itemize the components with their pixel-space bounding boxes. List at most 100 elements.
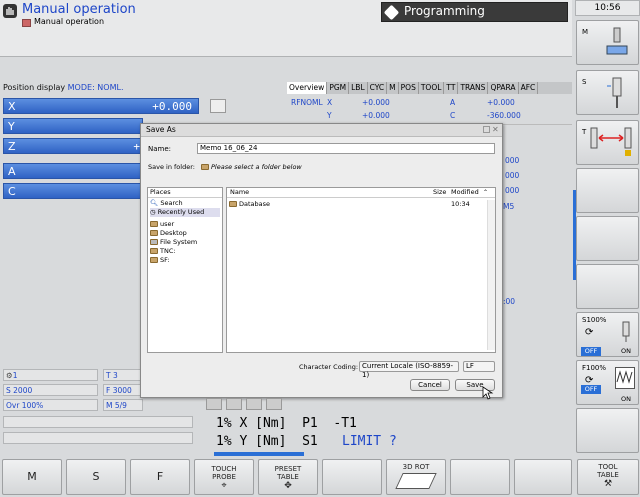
scrollbar[interactable] — [487, 200, 495, 350]
softkey-m[interactable]: M — [2, 459, 62, 495]
softkey-right-empty[interactable] — [576, 408, 639, 453]
column-size[interactable]: Size — [433, 188, 446, 197]
encoding-label: Character Coding: — [299, 363, 359, 371]
mode-subtitle: Manual operation — [34, 17, 105, 26]
search-icon: 🔍︎ — [150, 199, 159, 207]
programming-mode-button[interactable]: Programming — [381, 2, 568, 22]
axis-select-button[interactable] — [210, 99, 226, 113]
sort-up-icon: ⌃ — [483, 189, 489, 196]
panel-button[interactable] — [206, 398, 222, 410]
tab-tool[interactable]: TOOL — [419, 82, 445, 94]
softkey-right-spindle-override[interactable]: S100% ⟳ OFF ON — [576, 312, 639, 357]
place-recently-used[interactable]: ◷ Recently Used — [150, 208, 220, 217]
status-feed: F 3000 — [103, 384, 143, 396]
file-name: Database — [239, 200, 271, 208]
panel-button[interactable] — [266, 398, 282, 410]
tool-icon: ⚒ — [603, 479, 613, 489]
softkey-empty[interactable] — [322, 459, 382, 495]
axis-value: +0.000 — [152, 100, 192, 113]
tab-lbl[interactable]: LBL — [349, 82, 368, 94]
tab-pgm[interactable]: PGM — [327, 82, 350, 94]
softkey-empty[interactable] — [450, 459, 510, 495]
line-ending-select[interactable]: LF — [463, 361, 495, 372]
file-list: Name Size Modified ⌃ Database 10:34 — [226, 187, 496, 353]
tab-m[interactable]: M — [387, 82, 399, 94]
file-list-header: Name Size Modified ⌃ — [227, 188, 495, 198]
overview-cell: RFNOML — [291, 98, 323, 107]
softkey-s[interactable]: S — [66, 459, 126, 495]
overview-cell: M5 — [503, 202, 515, 211]
panel-button[interactable] — [246, 398, 262, 410]
place-file-system[interactable]: File System — [150, 238, 197, 247]
softkey-row-indicator — [214, 452, 304, 456]
overview-tabs: Overview PGM LBL CYC M POS TOOL TT TRANS QPARA AFC — [287, 82, 572, 94]
softkey-3d-rot[interactable]: 3D ROT — [386, 459, 446, 495]
file-modified: 10:34 — [451, 200, 470, 208]
status-mfunction: M 5/9 — [103, 399, 143, 411]
folder-icon — [150, 257, 158, 263]
tab-qpara[interactable]: QPARA — [488, 82, 519, 94]
gear-icon: ⚙ — [6, 371, 13, 380]
cancel-button[interactable]: Cancel — [410, 379, 450, 391]
load-status: 1% X [Nm] P1 -T1 1% Y [Nm] S1 LIMIT ? — [212, 416, 572, 452]
place-user[interactable]: user — [150, 220, 174, 229]
spindle-icon — [619, 321, 633, 343]
filename-input[interactable]: Memo 16_06_24 — [197, 143, 495, 154]
status-override: Ovr 100% — [3, 399, 98, 411]
programming-label: Programming — [404, 4, 485, 18]
axis-row-y: Y — [3, 118, 143, 134]
spindle-rotate-icon: ⟳ — [585, 327, 594, 338]
overview-cell: :00 — [503, 297, 516, 306]
dialog-title: Save As — [146, 125, 176, 134]
place-tnc[interactable]: TNC: — [150, 247, 176, 256]
overview-cell: 000 — [505, 156, 520, 165]
axis-value: + — [133, 140, 140, 153]
file-row[interactable]: Database 10:34 — [229, 200, 493, 209]
axis-row-a: A — [3, 163, 143, 179]
softkey-f[interactable]: F — [130, 459, 190, 495]
dialog-titlebar: Save As ✕ — [141, 124, 502, 137]
overview-row: Y +0.000 C -360.000 — [287, 110, 572, 122]
close-icon[interactable]: ✕ — [492, 124, 499, 136]
tab-trans[interactable]: TRANS — [458, 82, 489, 94]
folder-icon — [150, 221, 158, 227]
softkey-right-s[interactable]: S — [576, 70, 639, 115]
tab-overview[interactable]: Overview — [287, 82, 328, 94]
column-modified[interactable]: Modified — [451, 188, 479, 197]
softkey-right-feed-override[interactable]: F100% ⟳ OFF ON — [576, 360, 639, 405]
softkey-bar: M S F TOUCH PROBE ⌖ PRESET TABLE ✥ 3D RO… — [0, 457, 640, 497]
axis-row-c: C — [3, 183, 143, 199]
softkey-empty[interactable] — [514, 459, 572, 495]
status-counter: ⚙1 — [3, 369, 98, 381]
mode-title: Manual operation — [22, 2, 136, 17]
tab-cyc[interactable]: CYC — [368, 82, 388, 94]
place-sf[interactable]: SF: — [150, 256, 170, 265]
tab-pos[interactable]: POS — [399, 82, 419, 94]
softkey-touch-probe[interactable]: TOUCH PROBE ⌖ — [194, 459, 254, 495]
panel-button[interactable] — [226, 398, 242, 410]
softkey-right-empty[interactable] — [576, 264, 639, 309]
column-name[interactable]: Name — [230, 188, 249, 197]
softkey-preset-table[interactable]: PRESET TABLE ✥ — [258, 459, 318, 495]
overview-cell: 000 — [505, 171, 520, 180]
position-display-header: Position display MODE: NOML. — [0, 82, 286, 93]
softkey-tool-table[interactable]: TOOL TABLE ⚒ — [577, 459, 639, 495]
encoding-select[interactable]: Current Locale (ISO-8859-1) — [359, 361, 459, 379]
softkey-right-empty[interactable] — [576, 168, 639, 213]
softkey-right-m[interactable]: M — [576, 20, 639, 65]
machine-icon — [605, 26, 629, 60]
position-display-title: Position display — [3, 83, 66, 92]
softkey-right-empty[interactable] — [576, 216, 639, 261]
maximize-icon[interactable] — [483, 126, 490, 133]
overview-cell: -360.000 — [487, 111, 521, 120]
off-badge: OFF — [581, 347, 601, 356]
tab-afc[interactable]: AFC — [519, 82, 539, 94]
softkey-right-t[interactable]: T — [576, 120, 639, 165]
tab-tt[interactable]: TT — [444, 82, 459, 94]
progress-bar-2 — [3, 432, 193, 444]
on-label: ON — [621, 395, 631, 403]
overview-cell: A — [450, 98, 456, 107]
place-search[interactable]: 🔍︎ Search — [150, 199, 183, 208]
place-desktop[interactable]: Desktop — [150, 229, 187, 238]
on-label: ON — [621, 347, 631, 355]
